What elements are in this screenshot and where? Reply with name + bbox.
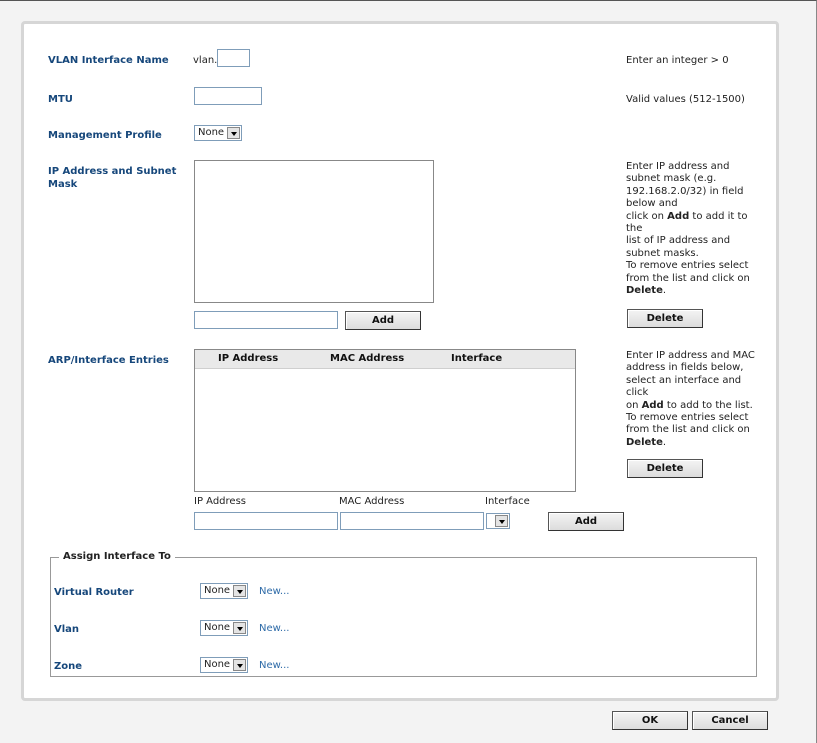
zone-new-link[interactable]: New... — [259, 660, 289, 671]
arp-mac-field-label: MAC Address — [339, 496, 405, 507]
chevron-down-icon — [233, 622, 246, 634]
assign-interface-group: Assign Interface To Virtual Router None … — [50, 551, 757, 677]
arp-hint: Enter IP address and MAC address in fiel… — [626, 350, 755, 448]
mtu-label: MTU — [48, 94, 73, 105]
ip-subnet-label: IP Address and Subnet Mask — [48, 166, 177, 190]
ip-subnet-delete-button[interactable]: Delete — [627, 309, 703, 328]
vlan-prefix: vlan. — [193, 55, 218, 66]
vlan-new-link[interactable]: New... — [259, 623, 289, 634]
arp-ip-input[interactable] — [194, 512, 338, 530]
assign-interface-legend: Assign Interface To — [59, 551, 175, 562]
ip-subnet-entry-input[interactable] — [194, 311, 338, 329]
arp-ip-field-label: IP Address — [194, 496, 246, 507]
zone-label: Zone — [54, 661, 83, 672]
vlan-name-label: VLAN Interface Name — [48, 55, 169, 66]
arp-add-button[interactable]: Add — [548, 512, 624, 531]
arp-col-interface: Interface — [451, 353, 503, 364]
ip-subnet-hint: Enter IP address and subnet mask (e.g. 1… — [626, 161, 750, 297]
arp-interface-field-label: Interface — [485, 496, 530, 507]
ip-subnet-list[interactable] — [194, 160, 434, 303]
arp-col-ip: IP Address — [218, 353, 279, 364]
chevron-down-icon — [233, 659, 246, 671]
ok-button[interactable]: OK — [612, 711, 688, 730]
vlan-name-hint: Enter an integer > 0 — [626, 55, 729, 66]
ip-subnet-add-button[interactable]: Add — [345, 311, 421, 330]
management-profile-select[interactable]: None — [194, 125, 242, 141]
arp-mac-input[interactable] — [340, 512, 484, 530]
vlan-select[interactable]: None — [200, 620, 248, 636]
arp-interface-select[interactable] — [486, 513, 510, 529]
chevron-down-icon — [495, 515, 508, 527]
arp-col-mac: MAC Address — [330, 353, 405, 364]
management-profile-label: Management Profile — [48, 130, 162, 141]
virtual-router-label: Virtual Router — [54, 587, 134, 598]
arp-entries-label: ARP/Interface Entries — [48, 355, 169, 366]
vlan-label: Vlan — [54, 624, 80, 635]
arp-entries-table[interactable]: IP Address MAC Address Interface — [194, 349, 576, 492]
mtu-hint: Valid values (512-1500) — [626, 94, 745, 105]
arp-table-header: IP Address MAC Address Interface — [195, 350, 575, 369]
virtual-router-select[interactable]: None — [200, 583, 248, 599]
chevron-down-icon — [233, 585, 246, 597]
vlan-number-input[interactable] — [217, 49, 250, 67]
cancel-button[interactable]: Cancel — [692, 711, 768, 730]
chevron-down-icon — [227, 127, 240, 139]
zone-select[interactable]: None — [200, 657, 248, 673]
mtu-input[interactable] — [194, 87, 262, 105]
form-panel: VLAN Interface Name vlan. Enter an integ… — [21, 21, 779, 701]
arp-delete-button[interactable]: Delete — [627, 459, 703, 478]
virtual-router-new-link[interactable]: New... — [259, 586, 289, 597]
